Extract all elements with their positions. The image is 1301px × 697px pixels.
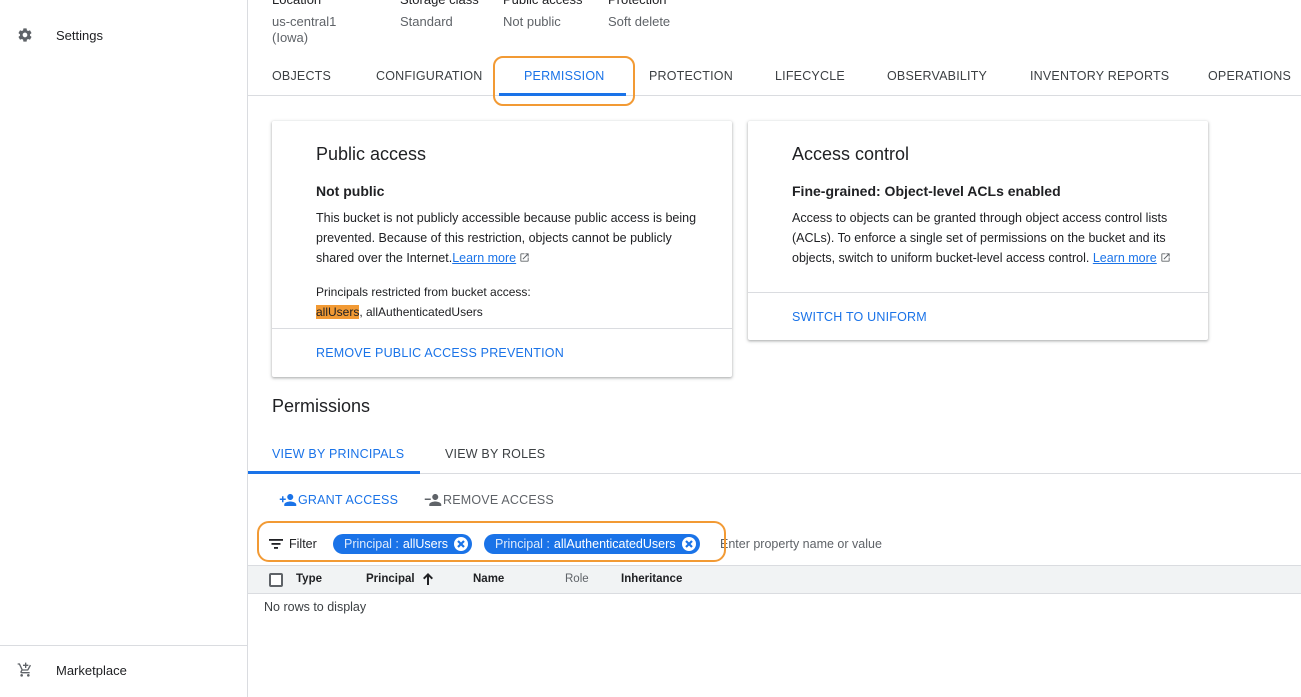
desc-text: shared over the Internet. [316,251,453,265]
prop-location: Location us-central1 (Iowa) [272,0,376,46]
permissions-filter-bar: Filter Principal : allUsers Principal : … [248,524,1301,564]
filter-chip-allauthenticatedusers[interactable]: Principal : allAuthenticatedUsers [484,534,700,554]
permissions-title: Permissions [272,396,371,416]
bucket-properties: Location us-central1 (Iowa) Storage clas… [272,0,732,46]
left-nav-sidebar: Settings Marketplace [0,0,248,697]
tab-view-by-principals[interactable]: VIEW BY PRINCIPALS [272,435,404,474]
public-access-description: This bucket is not publicly accessible b… [316,208,726,268]
tab-lifecycle[interactable]: LIFECYCLE [775,56,845,96]
access-control-card: Access control Fine-grained: Object-leve… [748,121,1208,340]
select-all-checkbox[interactable] [269,573,283,587]
desc-line: This bucket is not publicly accessible b… [316,211,697,225]
access-control-status: Fine-grained: Object-level ACLs enabled [792,183,1061,199]
card-title: Public access [316,144,427,164]
filter-icon [269,539,283,549]
external-link-icon [1161,253,1170,262]
close-icon[interactable] [454,537,469,551]
close-icon[interactable] [681,537,696,551]
principals-restricted-label: Principals restricted from bucket access… [316,285,531,299]
desc-text: objects, switch to uniform bucket-level … [792,251,1093,265]
switch-to-uniform-button[interactable]: SWITCH TO UNIFORM [792,310,927,324]
desc-line: objects, switch to uniform bucket-level … [792,248,1202,268]
card-title: Access control [792,144,910,164]
column-type[interactable]: Type [296,566,322,593]
cart-icon [16,661,34,679]
tab-observability[interactable]: OBSERVABILITY [887,56,987,96]
card-divider [748,292,1208,293]
empty-table-message: No rows to display [264,600,367,614]
chip-value: allAuthenticatedUsers [553,537,676,551]
desc-line: Access to objects can be granted through… [792,211,1168,225]
permissions-table-header: Type Principal Name Role Inheritance [248,565,1301,594]
learn-more-link[interactable]: Learn more [452,251,516,265]
desc-line: prevented. Because of this restriction, … [316,231,672,245]
desc-line: (ACLs). To enforce a single set of permi… [792,231,1166,245]
active-tab-indicator [499,93,626,96]
prop-label: Protection [608,0,708,8]
sidebar-divider [0,645,247,646]
principal-allusers-highlight: allUsers [316,305,360,319]
chip-value: allUsers [402,537,449,551]
desc-line: shared over the Internet.Learn more [316,248,726,268]
filter-chip-allusers[interactable]: Principal : allUsers [333,534,473,554]
tab-view-by-roles[interactable]: VIEW BY ROLES [445,435,545,474]
tab-objects[interactable]: OBJECTS [272,56,331,96]
remove-access-button[interactable]: REMOVE ACCESS [424,488,554,512]
remove-access-label: REMOVE ACCESS [443,493,554,507]
bucket-tabs: OBJECTS CONFIGURATION PERMISSION PROTECT… [248,56,1301,96]
remove-person-icon [424,494,442,506]
tab-operations[interactable]: OPERATIONS [1208,56,1291,96]
add-person-icon [279,494,297,506]
prop-value: Standard [400,14,453,29]
prop-storage-class: Storage class Standard [400,0,479,46]
learn-more-link[interactable]: Learn more [1093,251,1157,265]
prop-value: Soft delete [608,14,671,29]
column-inheritance[interactable]: Inheritance [621,566,682,593]
column-principal[interactable]: Principal [366,566,415,593]
permissions-view-tabs: VIEW BY PRINCIPALS VIEW BY ROLES [248,435,1301,474]
grant-access-label: GRANT ACCESS [298,493,399,507]
sidebar-item-settings[interactable]: Settings [0,15,247,55]
filter-input[interactable] [720,534,1020,554]
access-control-description: Access to objects can be granted through… [792,208,1202,268]
remove-public-access-prevention-button[interactable]: REMOVE PUBLIC ACCESS PREVENTION [316,346,564,360]
column-name[interactable]: Name [473,566,504,593]
principal-rest: , allAuthenticatedUsers [359,305,483,319]
gear-icon [16,26,34,44]
prop-label: Location [272,0,376,8]
prop-public-access: Public access Not public [503,0,584,46]
sidebar-item-label: Settings [56,27,103,43]
prop-label: Storage class [400,0,479,8]
external-link-icon [520,253,529,262]
public-access-card: Public access Not public This bucket is … [272,121,732,377]
tab-protection[interactable]: PROTECTION [649,56,733,96]
prop-protection: Protection Soft delete [608,0,708,46]
column-role: Role [565,573,589,585]
tab-permission[interactable]: PERMISSION [524,56,605,96]
arrow-up-icon[interactable] [422,572,434,586]
chip-key: Principal : [495,537,550,551]
prop-value: us-central1 (Iowa) [272,14,337,45]
sidebar-item-label: Marketplace [56,662,127,678]
public-access-status: Not public [316,183,385,199]
active-subtab-indicator [248,471,420,474]
prop-label: Public access [503,0,584,8]
chip-key: Principal : [344,537,399,551]
tab-inventory-reports[interactable]: INVENTORY REPORTS [1030,56,1169,96]
sidebar-item-marketplace[interactable]: Marketplace [0,650,247,690]
filter-label: Filter [289,537,317,551]
principals-restricted-list: allUsers, allAuthenticatedUsers [316,305,483,319]
prop-value: Not public [503,14,561,29]
grant-access-button[interactable]: GRANT ACCESS [279,488,398,512]
bucket-details-main: Location us-central1 (Iowa) Storage clas… [248,0,1301,697]
tab-configuration[interactable]: CONFIGURATION [376,56,483,96]
card-divider [272,328,732,329]
